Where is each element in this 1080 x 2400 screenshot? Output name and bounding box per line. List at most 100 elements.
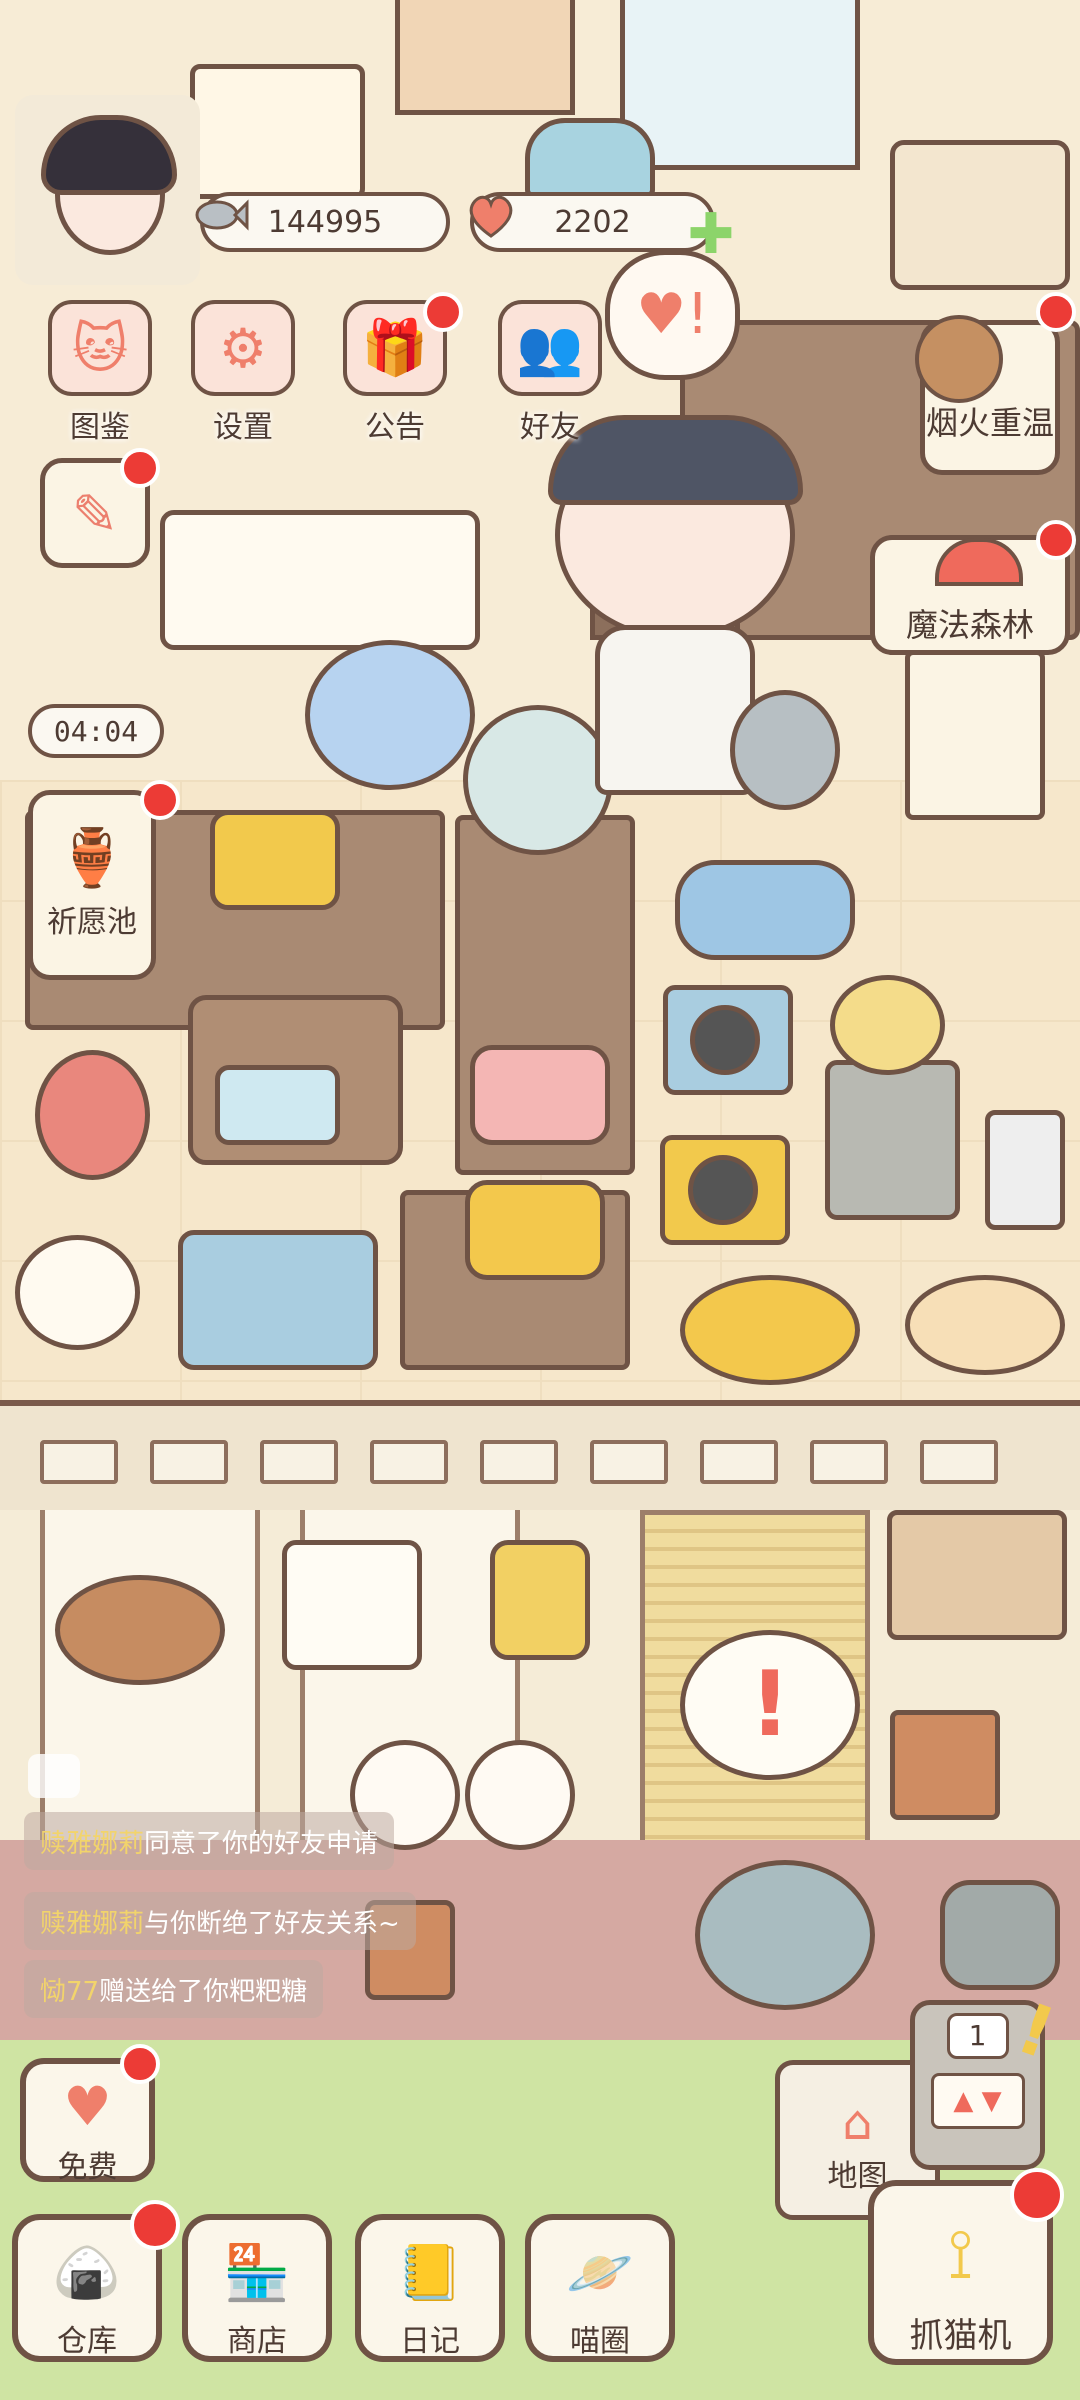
friends-label: 好友	[520, 410, 580, 445]
mouse-pet[interactable]	[695, 1860, 875, 2010]
settings-button[interactable]: ⚙ 设置	[183, 300, 303, 446]
pink-phone	[470, 1045, 610, 1145]
fireworks-event-label: 烟火重温	[925, 404, 1054, 442]
mushroom-icon	[935, 538, 1023, 586]
rice-ball-bowl	[15, 1235, 140, 1350]
cat-circle-label: 喵圈	[570, 2324, 630, 2359]
window-decoration	[620, 0, 860, 170]
wishing-pool-badge	[140, 780, 180, 820]
activity-feed-item: 恸77 赠送给了你粑粑糖	[24, 1960, 324, 2018]
player-avatar[interactable]	[15, 95, 200, 285]
notebook-icon: 📒	[396, 2241, 464, 2304]
shop-label: 商店	[227, 2324, 287, 2359]
panda-bear-icon	[915, 315, 1003, 403]
collection-button[interactable]: 🐱 图鉴	[40, 300, 160, 446]
cat-circle-button[interactable]: 🪐 喵圈	[525, 2214, 675, 2362]
wishing-pool-button[interactable]: 🏺 祈愿池	[28, 790, 156, 980]
warehouse-label: 仓库	[57, 2324, 117, 2359]
tv-screen	[215, 1065, 340, 1145]
cat-head-icon: 🐱	[48, 300, 152, 396]
free-label: 免费	[57, 2150, 118, 2185]
feed-user-name: 赎雅娜莉	[40, 1908, 145, 1939]
feed-text: 同意了你的好友申请	[144, 1828, 379, 1859]
notice-label: 公告	[365, 410, 425, 445]
fish-currency-value: 144995	[267, 204, 383, 240]
friends-button[interactable]: 👥 好友	[490, 300, 610, 446]
arrow-buttons-icon: ▲ ▼	[930, 2073, 1025, 2129]
tulip-pot	[940, 1880, 1060, 1990]
fountain-icon: 🏺	[57, 826, 127, 891]
heart-icon	[460, 186, 522, 244]
heart-mail-icon: ♥!	[636, 282, 709, 347]
bunny-figure	[465, 1740, 575, 1850]
feed-user-name: 恸77	[40, 1976, 100, 2007]
yellow-cushion	[680, 1275, 860, 1385]
player-character-body[interactable]	[595, 625, 755, 795]
feed-user-name: 赎雅娜莉	[40, 1828, 145, 1859]
settings-label: 设置	[213, 410, 273, 445]
kettle-stove	[825, 1060, 960, 1220]
rice-ball-icon: 🍙	[53, 2241, 121, 2304]
slot-count: 1	[946, 2013, 1009, 2059]
activity-feed-item: 赎雅娜莉 同意了你的好友申请	[24, 1812, 395, 1870]
avatar-hair	[41, 115, 177, 195]
claw-machine-badge	[1010, 2168, 1064, 2222]
hanging-flower-basket	[55, 1575, 225, 1685]
fireworks-badge	[1036, 292, 1076, 332]
blue-stool	[178, 1230, 378, 1370]
gear-icon: ⚙	[191, 300, 295, 396]
alert-speech-bubble[interactable]: !	[680, 1630, 860, 1780]
friend-request-bubble[interactable]: ♥!	[605, 250, 740, 380]
record-disc-yellow	[688, 1155, 758, 1225]
magic-forest-badge	[1036, 520, 1076, 560]
mouse-pet[interactable]	[730, 690, 840, 810]
potted-plant	[985, 1110, 1065, 1230]
planet-cat-icon: 🪐	[566, 2241, 634, 2304]
fishbowl-table	[305, 640, 475, 790]
wishing-pool-label: 祈愿池	[47, 905, 137, 940]
heart-bag-icon: ♥	[63, 2074, 112, 2138]
lamp	[525, 118, 655, 198]
notice-board	[395, 0, 575, 115]
leaf-picture-frame	[282, 1540, 422, 1670]
warehouse-badge	[130, 2200, 180, 2250]
edit-room-badge	[120, 448, 160, 488]
kettle	[830, 975, 945, 1075]
room-divider	[0, 1400, 1080, 1522]
heart-currency-value: 2202	[554, 204, 631, 240]
fan	[463, 705, 613, 855]
claw-machine-label: 抓猫机	[909, 2316, 1012, 2356]
diary-button[interactable]: 📒 日记	[355, 2214, 505, 2362]
calendar	[190, 64, 365, 199]
yellow-phone	[465, 1180, 605, 1280]
chat-bubble-icon[interactable]	[28, 1754, 80, 1798]
easel	[905, 650, 1045, 820]
daruma-doll	[35, 1050, 150, 1180]
magic-forest-label: 魔法森林	[905, 606, 1034, 644]
fish-painting	[890, 140, 1070, 290]
friends-icon: 👥	[498, 300, 602, 396]
bed	[160, 510, 480, 650]
blue-cushion	[675, 860, 855, 960]
fish-currency[interactable]: 144995	[195, 192, 450, 252]
bird-house	[890, 1710, 1000, 1820]
wall-lantern	[490, 1540, 590, 1660]
feed-text: 与你断绝了好友关系~	[144, 1908, 400, 1939]
fish-icon	[190, 186, 252, 244]
pencil-icon: ✎	[71, 483, 119, 548]
wishing-pool-timer: 04:04	[28, 704, 164, 758]
diary-label: 日记	[400, 2324, 460, 2359]
wooden-basin	[905, 1275, 1065, 1375]
claw-icon: ⟟	[947, 2212, 974, 2295]
feed-text: 赠送给了你粑粑糖	[99, 1976, 308, 2007]
free-badge	[120, 2044, 160, 2084]
collection-label: 图鉴	[70, 410, 130, 445]
shop-button[interactable]: 🏪 商店	[182, 2214, 332, 2362]
fireworks-event-button[interactable]: 烟火重温	[915, 315, 1060, 475]
yellow-radio	[210, 810, 340, 910]
heart-currency[interactable]: 2202	[469, 192, 715, 252]
notice-button[interactable]: 🎁 公告	[335, 292, 463, 446]
shop-icon: 🏪	[223, 2241, 291, 2304]
game-screen: ! 144995 2202 ✚ 🐱 图鉴 ⚙ 设置 🎁 公告 👥 好友 ♥! 烟…	[0, 0, 1080, 2400]
photo-frame	[887, 1510, 1067, 1640]
